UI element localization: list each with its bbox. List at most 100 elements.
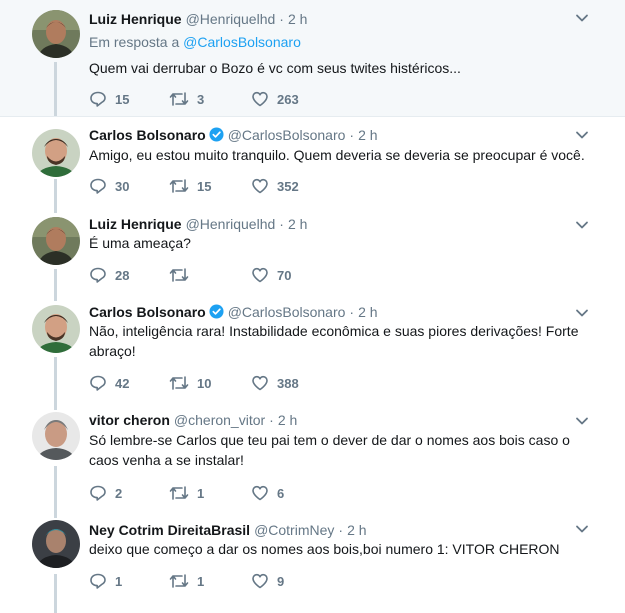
thread-line (54, 62, 57, 117)
retweet-icon (169, 179, 189, 193)
like-count: 70 (277, 267, 292, 283)
reply-icon (90, 485, 106, 501)
retweet-button[interactable]: 1 (169, 571, 204, 591)
retweet-button[interactable]: 1 (169, 483, 204, 503)
reply-count: 15 (115, 91, 130, 107)
reply-label: Em resposta a (89, 34, 180, 50)
reply-icon (90, 91, 106, 107)
like-count: 352 (277, 178, 299, 194)
avatar[interactable] (32, 129, 80, 177)
reply-button[interactable]: 28 (89, 265, 129, 285)
tweet-text: Amigo, eu estou muito tranquilo. Quem de… (89, 147, 585, 163)
chevron-down-icon[interactable] (575, 218, 589, 232)
reply-count: 1 (115, 573, 123, 589)
like-button[interactable]: 9 (251, 571, 284, 591)
author-handle[interactable]: @cheron_vitor (174, 412, 265, 428)
avatar[interactable] (32, 10, 80, 58)
reply-to-link[interactable]: @CarlosBolsonaro (183, 34, 301, 50)
reply-button[interactable]: 15 (89, 89, 129, 109)
timestamp[interactable]: 2 h (347, 522, 366, 538)
reply-count: 30 (115, 178, 130, 194)
author-handle[interactable]: @CotrimNey (254, 522, 334, 538)
author-handle[interactable]: @Henriquelhd (186, 216, 276, 232)
retweet-button[interactable]: 10 (169, 373, 211, 393)
heart-icon (252, 573, 268, 589)
author-name[interactable]: Luiz Henrique (89, 11, 182, 27)
like-button[interactable]: 263 (251, 89, 299, 109)
reply-icon (90, 375, 106, 391)
tweet-actions: 30 15 352 (89, 176, 389, 196)
reply-icon (90, 178, 106, 194)
tweet-actions: 15 3 263 (89, 89, 389, 109)
heart-icon (252, 178, 268, 194)
timestamp[interactable]: 2 h (358, 304, 377, 320)
tweet[interactable]: Luiz Henrique @Henriquelhd · 2 h É uma amea… (0, 207, 625, 295)
author-name[interactable]: Carlos Bolsonaro (89, 127, 206, 143)
avatar[interactable] (32, 520, 80, 568)
thread-line (54, 207, 57, 213)
heart-icon (252, 267, 268, 283)
heart-icon (252, 91, 268, 107)
author-name[interactable]: Carlos Bolsonaro (89, 304, 206, 320)
retweet-button[interactable] (169, 265, 197, 285)
tweet[interactable]: Carlos Bolsonaro @CarlosBolsonaro · 2 h Não… (0, 295, 625, 403)
reply-count: 2 (115, 485, 123, 501)
thread-line (54, 511, 57, 518)
chevron-down-icon[interactable] (575, 414, 589, 428)
like-button[interactable]: 6 (251, 483, 284, 503)
tweet[interactable]: Ney Cotrim DireitaBrasil @CotrimNey · 2 h d… (0, 511, 625, 613)
retweet-icon (169, 574, 189, 588)
reply-button[interactable]: 2 (89, 483, 122, 503)
author-name[interactable]: vitor cheron (89, 412, 170, 428)
chevron-down-icon[interactable] (575, 11, 589, 25)
reply-count: 42 (115, 375, 130, 391)
reply-button[interactable]: 42 (89, 373, 129, 393)
separator: · (269, 412, 274, 428)
thread-line (54, 466, 57, 511)
like-count: 9 (277, 573, 285, 589)
timestamp[interactable]: 2 h (358, 127, 377, 143)
retweet-count: 10 (197, 375, 212, 391)
separator: · (349, 304, 355, 320)
like-count: 263 (277, 91, 299, 107)
tweet-actions: 2 1 6 (89, 483, 389, 503)
timestamp[interactable]: 2 h (288, 216, 307, 232)
like-button[interactable]: 352 (251, 176, 299, 196)
author-handle[interactable]: @Henriquelhd (186, 11, 276, 27)
tweet-header: Luiz Henrique @Henriquelhd · 2 h (89, 10, 575, 28)
tweet[interactable]: Luiz Henrique @Henriquelhd · 2 h Em respost… (0, 0, 625, 117)
thread-line (54, 403, 57, 410)
author-handle[interactable]: @CarlosBolsonaro (228, 127, 346, 143)
like-button[interactable]: 388 (251, 373, 299, 393)
retweet-button[interactable]: 3 (169, 89, 204, 109)
retweet-icon (169, 92, 189, 106)
like-count: 388 (277, 375, 299, 391)
avatar[interactable] (32, 412, 80, 460)
reply-icon (90, 573, 106, 589)
separator: · (279, 11, 284, 27)
reply-icon (90, 267, 106, 283)
verified-badge-icon (209, 127, 224, 142)
tweet-actions: 28 70 (89, 265, 389, 285)
chevron-down-icon[interactable] (575, 306, 589, 320)
avatar[interactable] (32, 217, 80, 265)
tweet-header: Ney Cotrim DireitaBrasil @CotrimNey · 2 h (89, 521, 575, 539)
thread-line (54, 269, 57, 295)
reply-button[interactable]: 30 (89, 176, 129, 196)
chevron-down-icon[interactable] (575, 128, 589, 142)
avatar[interactable] (32, 305, 80, 353)
author-handle[interactable]: @CarlosBolsonaro (228, 304, 346, 320)
chevron-down-icon[interactable] (575, 522, 589, 536)
tweet[interactable]: vitor cheron @cheron_vitor · 2 h Só lembre-… (0, 403, 625, 511)
author-name[interactable]: Ney Cotrim DireitaBrasil (89, 522, 250, 538)
retweet-button[interactable]: 15 (169, 176, 211, 196)
heart-icon (252, 375, 268, 391)
tweet[interactable]: Carlos Bolsonaro @CarlosBolsonaro · 2 h Ami… (0, 117, 625, 207)
author-name[interactable]: Luiz Henrique (89, 216, 182, 232)
timestamp[interactable]: 2 h (288, 11, 307, 27)
reply-button[interactable]: 1 (89, 571, 122, 591)
timestamp[interactable]: 2 h (278, 412, 297, 428)
separator: · (279, 216, 284, 232)
like-count: 6 (277, 485, 285, 501)
like-button[interactable]: 70 (251, 265, 291, 285)
